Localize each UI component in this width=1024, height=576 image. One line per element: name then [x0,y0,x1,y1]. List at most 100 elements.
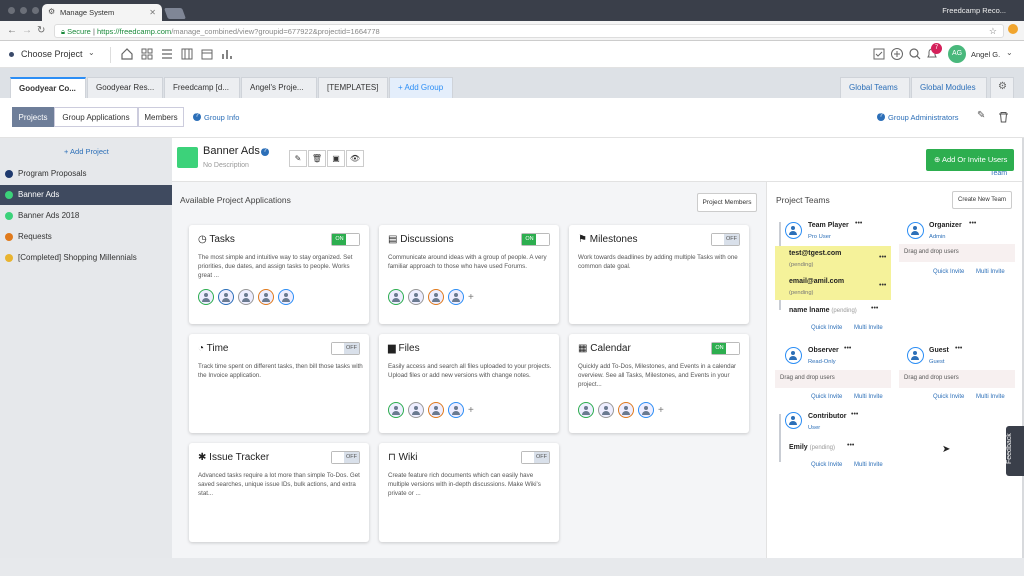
eye-icon[interactable]: 👁︎ [346,150,364,167]
search-icon[interactable] [908,47,922,61]
issue-tracker-toggle[interactable]: OFF [331,451,360,464]
more-icon[interactable]: ••• [969,220,976,227]
grid-icon[interactable] [140,47,154,61]
tasks-toggle[interactable]: ON [331,233,360,246]
global-modules-tab[interactable]: Global Modules [911,77,987,98]
settings-gear-icon[interactable]: ⚙ [990,77,1014,98]
multi-invite-link[interactable]: Multi Invite [854,325,883,331]
edit-icon[interactable]: ✎ [977,110,985,121]
checklist-icon[interactable] [872,47,886,61]
sidebar-item-shopping-millennials[interactable]: [Completed] Shopping Millennials [0,248,172,268]
home-icon[interactable] [120,47,134,61]
list-icon[interactable] [160,47,174,61]
sidebar-item-banner-ads[interactable]: Banner Ads [0,185,172,205]
browser-tab[interactable]: ⚙ Manage System ✕ [42,4,162,21]
user-menu-chevron-icon[interactable]: ⌄ [1006,48,1013,57]
maximize-window-dot[interactable] [32,7,39,14]
avatar[interactable] [218,289,234,305]
chart-icon[interactable] [220,47,234,61]
trash-icon[interactable]: 🗑︎ [308,150,326,167]
more-icon[interactable]: ••• [879,254,886,261]
group-tab-goodyear-co[interactable]: Goodyear Co... [10,77,86,98]
milestones-toggle[interactable]: OFF [711,233,740,246]
avatar[interactable] [618,402,634,418]
group-administrators-link[interactable]: Group Administrators [888,113,958,122]
multi-invite-link[interactable]: Multi Invite [854,462,883,468]
back-icon[interactable]: ← [7,25,17,36]
close-window-dot[interactable] [8,7,15,14]
global-teams-tab[interactable]: Global Teams [840,77,910,98]
drop-zone[interactable]: Drag and drop users [899,244,1015,262]
reload-icon[interactable]: ↻ [37,25,45,36]
avatar[interactable] [408,289,424,305]
project-members-button[interactable]: Project Members [697,193,757,212]
calendar-toggle[interactable]: ON [711,342,740,355]
pending-user-email[interactable]: test@tgest.com [789,250,841,257]
pending-user-email[interactable]: email@amil.com [789,278,844,285]
group-info-link[interactable]: Group Info [204,113,239,122]
avatar[interactable] [598,402,614,418]
forward-icon[interactable]: → [22,25,32,36]
avatar[interactable] [448,402,464,418]
browser-profile[interactable]: Freedcamp Reco... [942,6,1006,15]
group-applications-button[interactable]: Group Applications [54,107,138,127]
edit-project-icon[interactable]: ✎ [289,150,307,167]
multi-invite-link[interactable]: Multi Invite [976,394,1005,400]
sidebar-item-banner-ads-2018[interactable]: Banner Ads 2018 [0,206,172,226]
quick-invite-link[interactable]: Quick Invite [811,325,842,331]
member-emily[interactable]: Emily (pending) [789,444,835,451]
more-icon[interactable]: ••• [851,411,858,418]
close-icon[interactable]: ✕ [149,8,156,17]
avatar[interactable] [388,402,404,418]
board-icon[interactable] [180,47,194,61]
time-toggle[interactable]: OFF [331,342,360,355]
avatar[interactable] [408,402,424,418]
add-member-icon[interactable]: + [468,292,474,303]
star-icon[interactable]: ☆ [989,26,997,37]
avatar[interactable] [388,289,404,305]
avatar[interactable] [428,402,444,418]
group-tab-goodyear-res[interactable]: Goodyear Res... [87,77,163,98]
group-tab-templates[interactable]: [TEMPLATES] [318,77,388,98]
more-icon[interactable]: ••• [879,282,886,289]
more-icon[interactable]: ••• [844,345,851,352]
avatar[interactable] [448,289,464,305]
quick-invite-link[interactable]: Quick Invite [811,394,842,400]
avatar[interactable] [278,289,294,305]
quick-invite-link[interactable]: Quick Invite [933,269,964,275]
projects-button[interactable]: Projects [12,107,54,127]
extension-icon[interactable] [1008,24,1018,34]
chevron-down-icon[interactable]: ⌄ [88,48,95,57]
user-name[interactable]: Angel G. [971,50,1000,59]
calendar-icon[interactable] [200,47,214,61]
multi-invite-link[interactable]: Multi Invite [854,394,883,400]
more-icon[interactable]: ••• [955,345,962,352]
members-button[interactable]: Members [138,107,184,127]
sidebar-item-requests[interactable]: Requests [0,227,172,247]
multi-invite-link[interactable]: Multi Invite [976,269,1005,275]
drop-zone[interactable]: Drag and drop users [899,370,1015,388]
choose-project-dropdown[interactable]: Choose Project [21,49,83,59]
add-member-icon[interactable]: + [658,405,664,416]
more-icon[interactable]: ••• [855,220,862,227]
add-or-invite-users-button[interactable]: ⊕ Add Or Invite Users [926,149,1014,171]
avatar[interactable] [198,289,214,305]
avatar[interactable] [258,289,274,305]
quick-invite-link[interactable]: Quick Invite [811,462,842,468]
add-circle-icon[interactable] [890,47,904,61]
avatar[interactable] [578,402,594,418]
more-icon[interactable]: ••• [847,442,854,449]
avatar[interactable] [238,289,254,305]
avatar[interactable] [638,402,654,418]
feedback-tab[interactable]: Feedback [1006,426,1024,476]
create-new-team-button[interactable]: Create New Team [952,191,1012,209]
add-project-link[interactable]: + Add Project [64,147,109,156]
address-bar[interactable]: 🔒︎ Secure | https://freedcamp.com/manage… [54,24,1004,38]
avatar[interactable]: AG [948,45,966,63]
sidebar-item-program-proposals[interactable]: Program Proposals [0,164,172,184]
discussions-toggle[interactable]: ON [521,233,550,246]
add-member-icon[interactable]: + [468,405,474,416]
avatar[interactable] [428,289,444,305]
new-tab-button[interactable] [163,8,187,19]
minimize-window-dot[interactable] [20,7,27,14]
